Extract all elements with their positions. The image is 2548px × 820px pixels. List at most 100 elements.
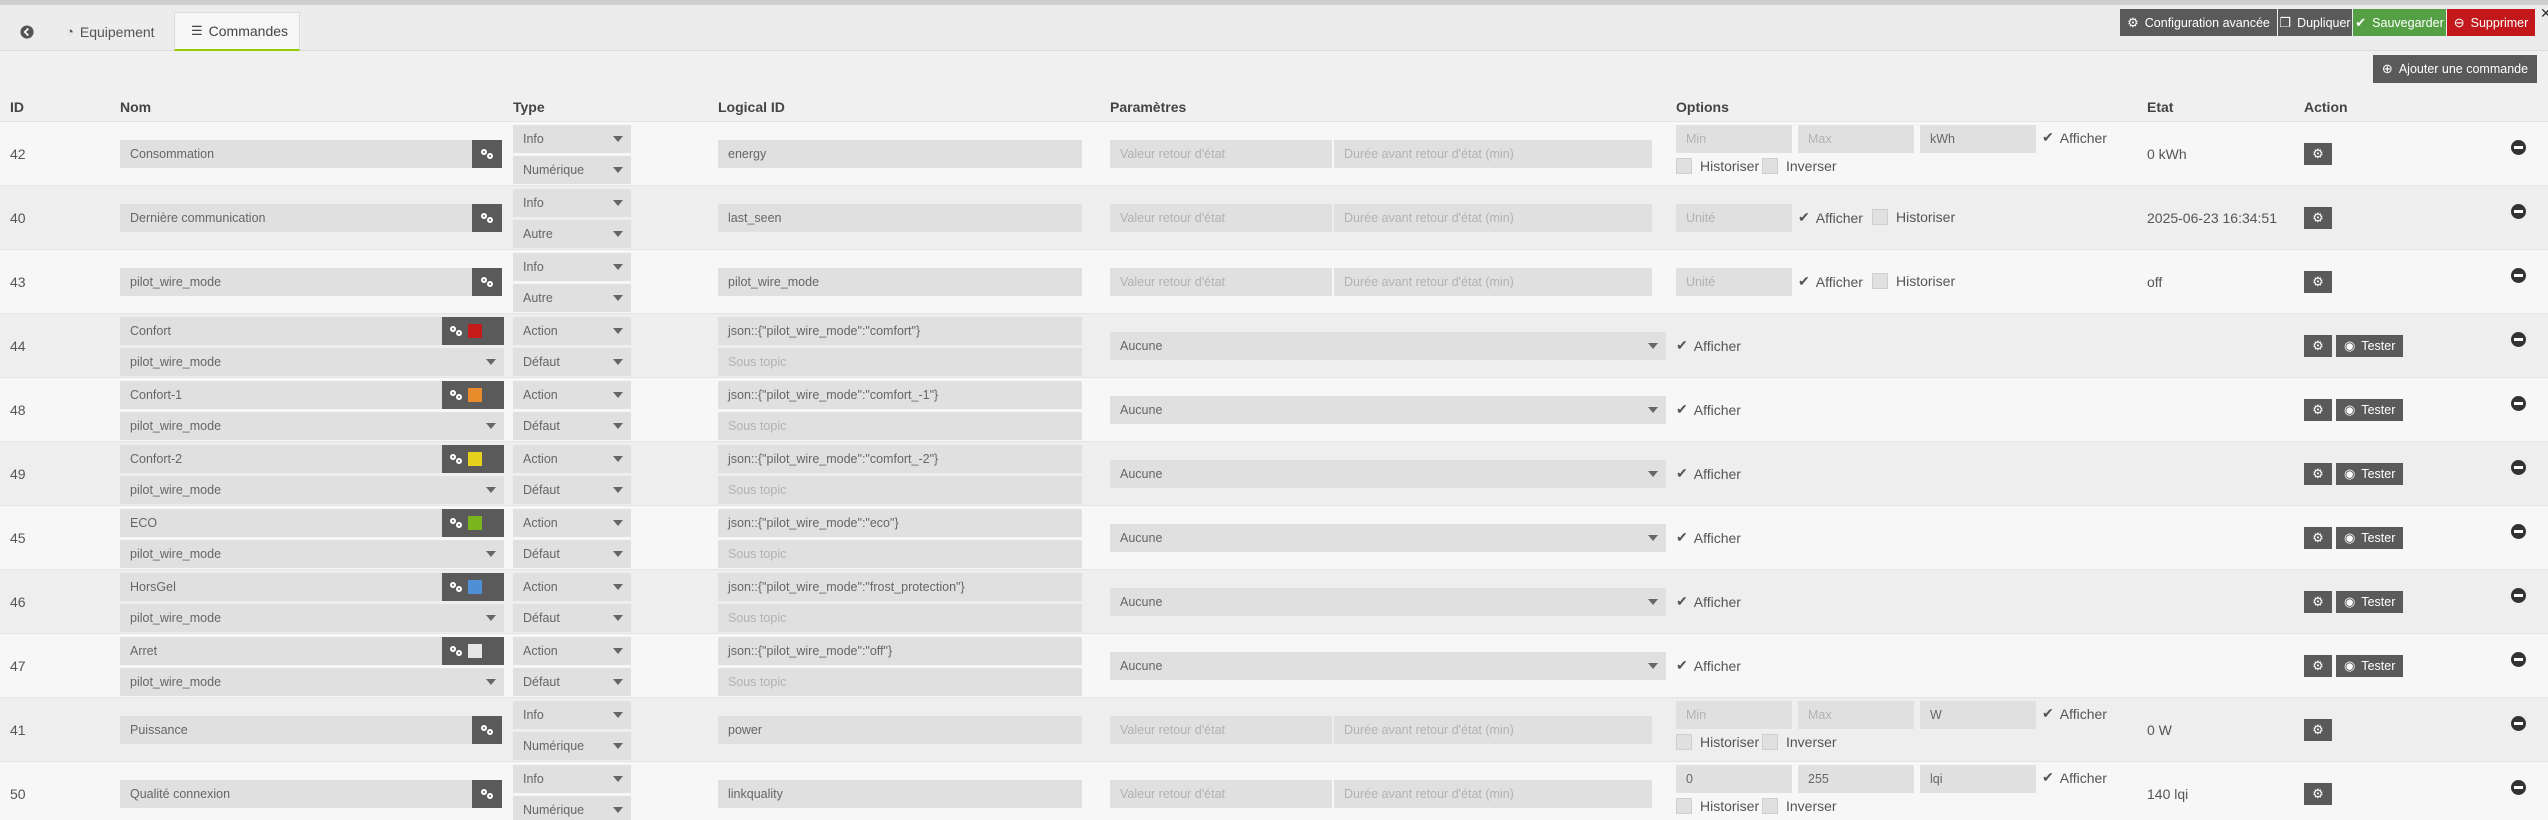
historiser-checkbox[interactable]: Historiser: [1676, 158, 1759, 174]
logical-id-input[interactable]: linkquality: [718, 780, 1082, 808]
param-select[interactable]: Aucune: [1110, 524, 1666, 552]
param-select[interactable]: Aucune: [1110, 652, 1666, 680]
value-select[interactable]: pilot_wire_mode: [120, 668, 504, 696]
advanced-config-button[interactable]: ⚙: [2304, 335, 2332, 357]
subtype-select[interactable]: Défaut: [513, 412, 631, 440]
remove-row-icon[interactable]: [2511, 652, 2526, 667]
icon-config-button[interactable]: [472, 780, 502, 808]
duree-retour-input[interactable]: Durée avant retour d'état (min): [1334, 716, 1652, 744]
icon-config-button[interactable]: [472, 716, 502, 744]
subtype-select[interactable]: Autre: [513, 220, 631, 248]
type-select[interactable]: Action: [513, 317, 631, 345]
afficher-checkbox[interactable]: ✔ Afficher: [1676, 657, 1741, 674]
inverser-checkbox[interactable]: Inverser: [1762, 158, 1837, 174]
param-select[interactable]: Aucune: [1110, 332, 1666, 360]
logical-id-input[interactable]: last_seen: [718, 204, 1082, 232]
inverser-checkbox[interactable]: Inverser: [1762, 734, 1837, 750]
advanced-config-button[interactable]: ⚙: [2304, 143, 2332, 165]
min-input[interactable]: Min: [1676, 125, 1792, 153]
max-input[interactable]: 255: [1798, 765, 1914, 793]
back-button[interactable]: [4, 12, 50, 51]
sub-topic-input[interactable]: Sous topic: [718, 476, 1082, 504]
historiser-checkbox[interactable]: Historiser: [1872, 273, 1955, 289]
close-icon[interactable]: ✕: [2540, 5, 2548, 22]
test-button[interactable]: ◉ Tester: [2336, 527, 2404, 549]
icon-config-button[interactable]: [442, 509, 504, 537]
subtype-select[interactable]: Défaut: [513, 540, 631, 568]
advanced-config-button[interactable]: ⚙: [2304, 207, 2332, 229]
icon-config-button[interactable]: [442, 573, 504, 601]
type-select[interactable]: Info: [513, 125, 631, 153]
logical-id-input[interactable]: json::{"pilot_wire_mode":"comfort"}: [718, 317, 1082, 345]
name-input[interactable]: Consommation: [120, 140, 472, 168]
unit-input[interactable]: Unité: [1676, 204, 1792, 232]
type-select[interactable]: Action: [513, 509, 631, 537]
remove-row-icon[interactable]: [2511, 588, 2526, 603]
remove-row-icon[interactable]: [2511, 780, 2526, 795]
remove-row-icon[interactable]: [2511, 716, 2526, 731]
remove-row-icon[interactable]: [2511, 332, 2526, 347]
valeur-retour-input[interactable]: Valeur retour d'état: [1110, 204, 1332, 232]
historiser-checkbox[interactable]: Historiser: [1676, 798, 1759, 814]
advanced-config-button[interactable]: ⚙: [2304, 719, 2332, 741]
unit-input[interactable]: Unité: [1676, 268, 1792, 296]
type-select[interactable]: Action: [513, 381, 631, 409]
name-input[interactable]: Confort: [120, 317, 442, 345]
unit-input[interactable]: lqi: [1920, 765, 2036, 793]
icon-config-button[interactable]: [472, 140, 502, 168]
remove-row-icon[interactable]: [2511, 204, 2526, 219]
add-command-button[interactable]: ⊕ Ajouter une commande: [2373, 55, 2537, 83]
name-input[interactable]: ECO: [120, 509, 442, 537]
inverser-checkbox[interactable]: Inverser: [1762, 798, 1837, 814]
min-input[interactable]: Min: [1676, 701, 1792, 729]
subtype-select[interactable]: Défaut: [513, 348, 631, 376]
sub-topic-input[interactable]: Sous topic: [718, 604, 1082, 632]
logical-id-input[interactable]: json::{"pilot_wire_mode":"frost_protecti…: [718, 573, 1082, 601]
name-input[interactable]: Puissance: [120, 716, 472, 744]
valeur-retour-input[interactable]: Valeur retour d'état: [1110, 268, 1332, 296]
delete-button[interactable]: ⊖ Supprimer: [2447, 9, 2535, 36]
advanced-config-button[interactable]: ⚙: [2304, 399, 2332, 421]
icon-config-button[interactable]: [442, 317, 504, 345]
param-select[interactable]: Aucune: [1110, 588, 1666, 616]
type-select[interactable]: Action: [513, 637, 631, 665]
type-select[interactable]: Info: [513, 189, 631, 217]
afficher-checkbox[interactable]: ✔ Afficher: [2042, 129, 2107, 146]
remove-row-icon[interactable]: [2511, 524, 2526, 539]
unit-input[interactable]: W: [1920, 701, 2036, 729]
icon-config-button[interactable]: [472, 204, 502, 232]
afficher-checkbox[interactable]: ✔ Afficher: [1676, 465, 1741, 482]
duree-retour-input[interactable]: Durée avant retour d'état (min): [1334, 204, 1652, 232]
sub-topic-input[interactable]: Sous topic: [718, 348, 1082, 376]
tab-commandes[interactable]: ☰ Commandes: [174, 12, 300, 51]
test-button[interactable]: ◉ Tester: [2336, 335, 2404, 357]
afficher-checkbox[interactable]: ✔ Afficher: [1676, 593, 1741, 610]
subtype-select[interactable]: Numérique: [513, 156, 631, 184]
name-input[interactable]: Confort-1: [120, 381, 442, 409]
afficher-checkbox[interactable]: ✔ Afficher: [1676, 337, 1741, 354]
afficher-checkbox[interactable]: ✔ Afficher: [1676, 529, 1741, 546]
advanced-config-button[interactable]: ⚙: [2304, 655, 2332, 677]
icon-config-button[interactable]: [442, 637, 504, 665]
name-input[interactable]: Qualité connexion: [120, 780, 472, 808]
afficher-checkbox[interactable]: ✔ Afficher: [2042, 769, 2107, 786]
valeur-retour-input[interactable]: Valeur retour d'état: [1110, 780, 1332, 808]
afficher-checkbox[interactable]: ✔ Afficher: [1676, 401, 1741, 418]
type-select[interactable]: Info: [513, 253, 631, 281]
subtype-select[interactable]: Numérique: [513, 796, 631, 820]
max-input[interactable]: Max: [1798, 701, 1914, 729]
remove-row-icon[interactable]: [2511, 268, 2526, 283]
value-select[interactable]: pilot_wire_mode: [120, 540, 504, 568]
icon-config-button[interactable]: [442, 445, 504, 473]
name-input[interactable]: Arret: [120, 637, 442, 665]
advanced-config-button[interactable]: ⚙: [2304, 271, 2332, 293]
advanced-config-button[interactable]: ⚙: [2304, 463, 2332, 485]
advanced-config-button[interactable]: ⚙: [2304, 527, 2332, 549]
value-select[interactable]: pilot_wire_mode: [120, 348, 504, 376]
logical-id-input[interactable]: energy: [718, 140, 1082, 168]
value-select[interactable]: pilot_wire_mode: [120, 604, 504, 632]
test-button[interactable]: ◉ Tester: [2336, 591, 2404, 613]
type-select[interactable]: Action: [513, 573, 631, 601]
value-select[interactable]: pilot_wire_mode: [120, 476, 504, 504]
logical-id-input[interactable]: json::{"pilot_wire_mode":"comfort_-2"}: [718, 445, 1082, 473]
